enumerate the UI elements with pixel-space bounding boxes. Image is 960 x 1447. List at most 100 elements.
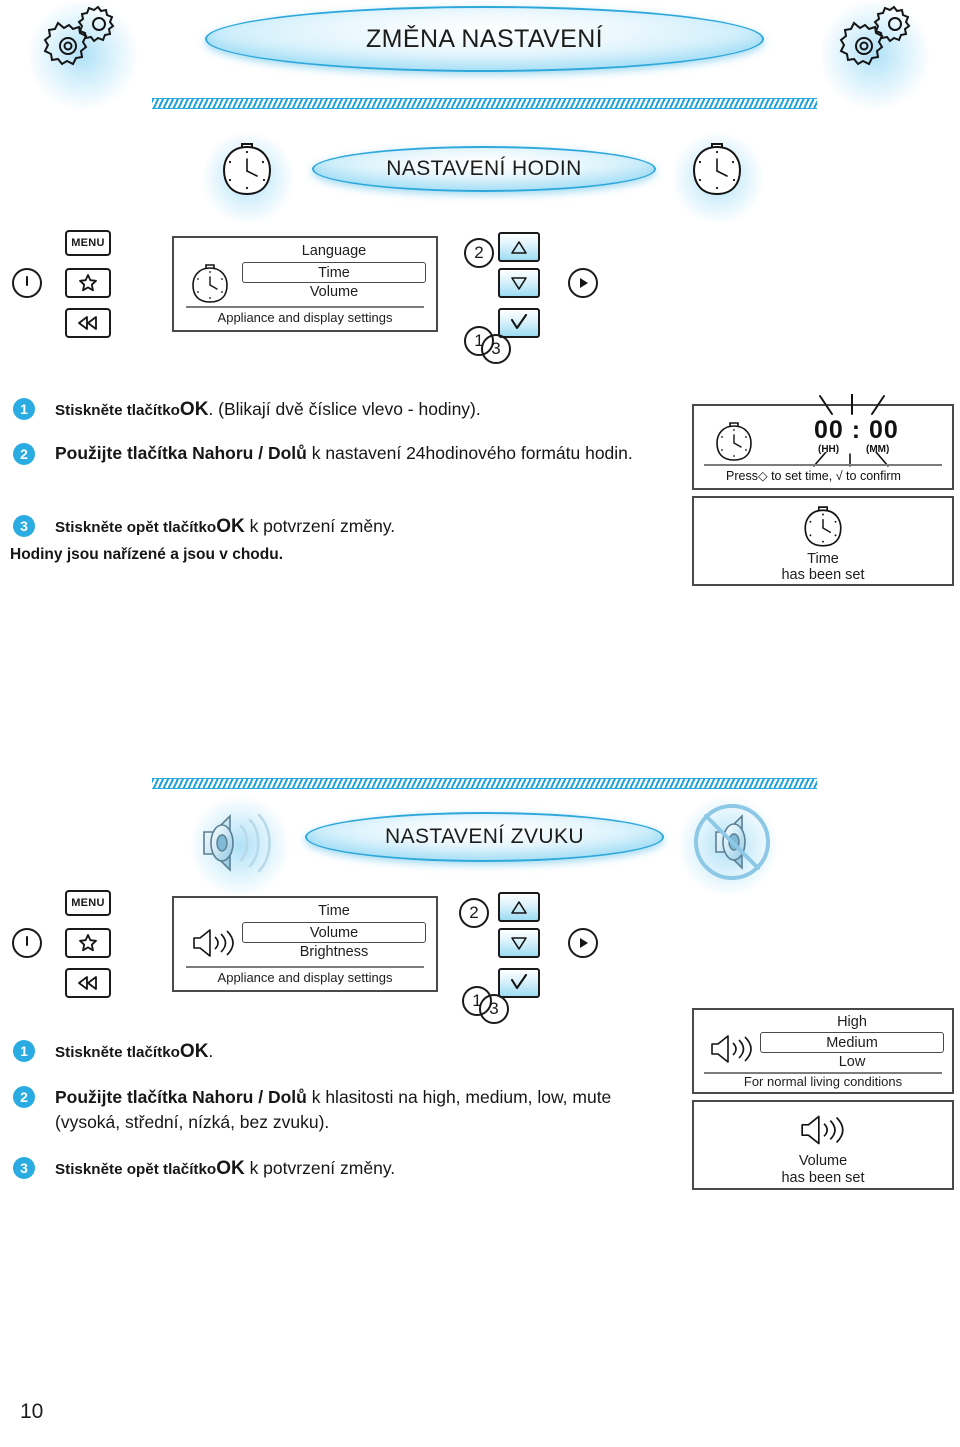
rewind-icon (78, 316, 97, 330)
clock-done-display: Time has been set (692, 496, 954, 586)
checkmark-icon: √ (835, 469, 843, 483)
star-icon (79, 274, 97, 292)
play-button[interactable] (568, 928, 598, 958)
updown-arrows-icon: ◇ (757, 469, 768, 483)
step-text-3: Stiskněte opět tlačítkoOK k potvrzení zm… (55, 514, 655, 540)
clock-set-display: 00 : 00 (HH) (MM) Press◇ to set time, √ … (692, 394, 954, 490)
settings-section-title: ZMĚNA NASTAVENÍ (365, 24, 604, 53)
step-text-3: Stiskněte opět tlačítkoOK k potvrzení zm… (55, 1156, 655, 1182)
sound-menu-screen: Time Volume Brightness Appliance and dis… (172, 896, 438, 992)
volume-done-line2: has been set (781, 1170, 865, 1186)
volume-level-high[interactable]: High (760, 1014, 944, 1030)
volume-level-low[interactable]: Low (760, 1054, 944, 1070)
up-button[interactable] (498, 232, 540, 262)
step-badge-3: 3 (481, 334, 511, 364)
step-bullet-1: 1 (13, 1040, 35, 1062)
speaker-icon (801, 1115, 844, 1145)
menu-item-brightness[interactable]: Brightness (242, 944, 426, 960)
menu-button[interactable]: MENU (65, 230, 111, 256)
step-text-1: Stiskněte tlačítkoOK. (Blikají dvě čísli… (55, 397, 655, 423)
sound-section-title: NASTAVENÍ ZVUKU (385, 825, 584, 848)
menu-screen-divider (186, 966, 424, 968)
step-1-rest: . (Blikají dvě číslice vlevo - hodiny). (208, 399, 481, 419)
step-badge-2: 2 (459, 898, 489, 928)
step-2-rest: k nastavení 24hodinového formátu hodin. (306, 443, 633, 463)
sound-step-3-rest: k potvrzení změny. (244, 1158, 396, 1178)
step-bullet-2: 2 (13, 1086, 35, 1108)
step-text-2: Použijte tlačítka Nahoru / Dolů k nastav… (55, 441, 655, 466)
triangle-up-icon (511, 240, 527, 254)
step-3-key: OK (216, 516, 245, 537)
hint-prefix: Press (726, 469, 758, 483)
triangle-down-icon (511, 936, 527, 950)
step-3-lead: Stiskněte opět tlačítko (55, 519, 217, 536)
triangle-up-icon (511, 900, 527, 914)
menu-button-label: MENU (71, 237, 105, 249)
down-button[interactable] (498, 928, 540, 958)
clock-note: Hodiny jsou nařízené a jsou v chodu. (10, 546, 284, 563)
power-icon[interactable] (12, 268, 42, 298)
clock-done-line2: has been set (781, 567, 865, 583)
page-number: 10 (20, 1400, 44, 1423)
menu-button[interactable]: MENU (65, 890, 111, 916)
play-button[interactable] (568, 268, 598, 298)
step-bullet-1: 1 (13, 398, 35, 420)
hint-suffix: to confirm (846, 469, 901, 483)
speaker-icon (193, 929, 234, 957)
hint-middle: to set time, (771, 469, 833, 483)
speaker-on-icon (203, 813, 271, 873)
sound-step-3-lead: Stiskněte opět tlačítko (55, 1161, 217, 1178)
menu-item-volume[interactable]: Volume (242, 284, 426, 300)
confirm-button[interactable] (498, 308, 540, 338)
checkmark-icon (510, 974, 528, 990)
menu-item-time[interactable]: Time (242, 903, 426, 919)
favourite-button[interactable] (65, 268, 111, 298)
step-1-key: OK (179, 399, 209, 420)
confirm-button[interactable] (498, 968, 540, 998)
menu-item-time-selected[interactable]: Time (242, 262, 426, 283)
clock-icon (804, 506, 842, 547)
menu-screen-footer: Appliance and display settings (217, 970, 393, 985)
clock-set-divider (704, 464, 942, 466)
play-icon (580, 278, 588, 288)
back-button[interactable] (65, 968, 111, 998)
clock-set-hint: Press◇ to set time, √ to confirm (726, 468, 901, 483)
clock-icon (692, 143, 742, 196)
menu-item-language[interactable]: Language (242, 243, 426, 259)
sound-step-1-lead: Stiskněte tlačítko (55, 1044, 180, 1061)
up-button[interactable] (498, 892, 540, 922)
gears-icon (43, 5, 115, 66)
time-value: 00 : 00 (814, 416, 899, 444)
settings-section-title-banner: ZMĚNA NASTAVENÍ (205, 6, 764, 72)
clock-section-title-banner: NASTAVENÍ HODIN (312, 146, 656, 192)
volume-levels-display: High Medium Low For normal living condit… (692, 1008, 954, 1094)
step-bullet-3: 3 (13, 515, 35, 537)
power-icon[interactable] (12, 928, 42, 958)
menu-screen-footer: Appliance and display settings (217, 310, 393, 325)
step-2-lead: Použijte tlačítka Nahoru / Dolů (55, 443, 307, 463)
step-badge-2: 2 (464, 238, 494, 268)
clock-section-title: NASTAVENÍ HODIN (386, 157, 582, 180)
step-3-rest: k potvrzení změny. (244, 516, 396, 536)
menu-item-volume-selected[interactable]: Volume (242, 922, 426, 943)
star-icon (79, 934, 97, 952)
section-divider (152, 98, 817, 109)
sound-step-3-key: OK (216, 1158, 245, 1179)
down-button[interactable] (498, 268, 540, 298)
step-1-lead: Stiskněte tlačítko (55, 402, 180, 419)
step-text-1: Stiskněte tlačítkoOK. (55, 1039, 655, 1065)
clock-icon (222, 143, 272, 196)
volume-done-display: Volume has been set (692, 1100, 954, 1190)
step-bullet-3: 3 (13, 1157, 35, 1179)
speaker-icon (711, 1035, 752, 1063)
clock-menu-screen: Language Time Volume Appliance and displ… (172, 236, 438, 332)
rewind-icon (78, 976, 97, 990)
section-divider (152, 778, 817, 789)
back-button[interactable] (65, 308, 111, 338)
volume-level-medium-selected[interactable]: Medium (760, 1032, 944, 1053)
clock-icon (716, 422, 752, 461)
step-badge-3: 3 (479, 994, 509, 1024)
sound-section-title-banner: NASTAVENÍ ZVUKU (305, 812, 664, 862)
gears-icon (839, 5, 911, 66)
favourite-button[interactable] (65, 928, 111, 958)
